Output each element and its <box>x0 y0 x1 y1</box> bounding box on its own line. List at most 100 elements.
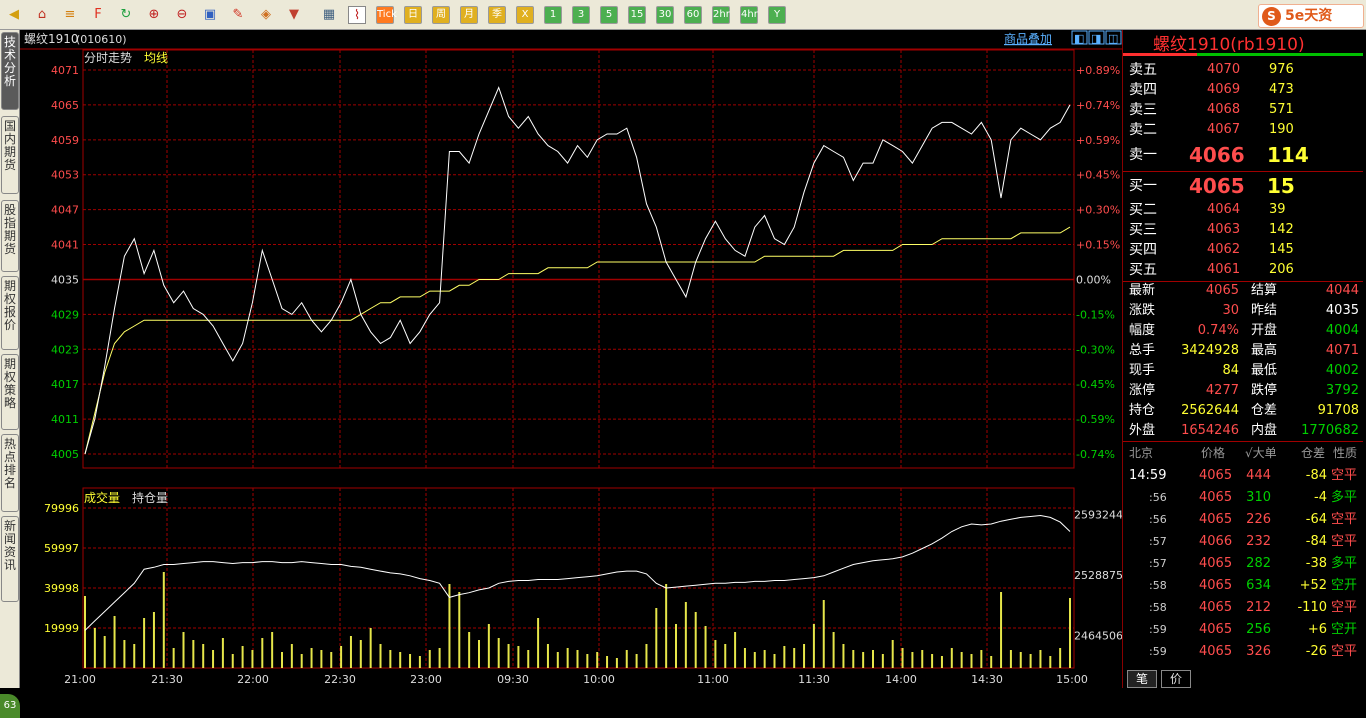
paint-icon[interactable]: ◈ <box>257 6 275 24</box>
tick-oi-change: -84 <box>1305 468 1327 483</box>
brand-mark-icon: S <box>1262 7 1281 26</box>
pct-tick-label: -0.74% <box>1076 448 1115 461</box>
tick-price: 4066 <box>1199 534 1233 549</box>
tick-volume: 256 <box>1246 622 1271 637</box>
tick-nature: 空平 <box>1331 534 1358 549</box>
avg-line-label: 均线 <box>144 51 168 65</box>
stat-label: 幅度 <box>1129 323 1156 338</box>
side-tab-5[interactable]: 热点排名 <box>1 434 19 512</box>
bid-price: 4065 <box>1189 174 1245 198</box>
side-tab-1[interactable]: 国内期货 <box>1 116 19 194</box>
period-button-7[interactable]: 3 <box>572 6 590 24</box>
filter-icon[interactable]: ▼ <box>285 6 303 24</box>
tick-price: 4065 <box>1199 578 1233 593</box>
stat-value: 1654246 <box>1181 423 1239 438</box>
tick-row: :56 4065 310 -4 多平 <box>1123 487 1363 509</box>
tick-header-volume[interactable]: √大单 <box>1245 443 1277 463</box>
brand-text: 5e天资 <box>1285 8 1333 24</box>
pct-tick-label: -0.15% <box>1076 308 1115 321</box>
bottom-tab-0[interactable]: 笔 <box>1127 670 1157 688</box>
ask-row[interactable]: 卖二 4067 190 <box>1123 120 1363 140</box>
quote-symbol: 螺纹1910(rb1910) <box>1153 35 1305 55</box>
oi-tick-label: 2593244 <box>1074 508 1122 521</box>
brand-logo[interactable]: S 5e天资 <box>1258 4 1364 28</box>
bid-row[interactable]: 买三 4063 142 <box>1123 220 1363 240</box>
refresh-icon[interactable]: ↻ <box>117 6 135 24</box>
period-button-3[interactable]: 月 <box>460 6 478 24</box>
pct-tick-label: +0.59% <box>1076 134 1120 147</box>
period-button-10[interactable]: 30 <box>656 6 674 24</box>
tick-price: 4065 <box>1199 556 1233 571</box>
stat-label: 涨跌 <box>1129 303 1156 318</box>
tick-time: 14:59 <box>1129 468 1167 483</box>
side-tab-6[interactable]: 新闻资讯 <box>1 516 19 602</box>
overlay-link[interactable]: 商品叠加 <box>1004 31 1052 46</box>
bid-row[interactable]: 买一 4065 15 <box>1123 171 1363 201</box>
side-tab-bar: 技术分析 国内期货 股指期货 期权报价 期权策略 热点排名 新闻资讯 63 <box>0 30 20 718</box>
ask-row[interactable]: 卖一 4066 114 <box>1123 140 1363 170</box>
ask-row[interactable]: 卖三 4068 571 <box>1123 100 1363 120</box>
tick-oi-change: -110 <box>1297 600 1327 615</box>
bottom-tab-1[interactable]: 价 <box>1161 670 1191 688</box>
bid-price: 4061 <box>1207 262 1241 277</box>
windows-icon[interactable]: ▣ <box>201 6 219 24</box>
ask-price: 4070 <box>1207 62 1241 77</box>
period-button-9[interactable]: 15 <box>628 6 646 24</box>
bid-row[interactable]: 买四 4062 145 <box>1123 240 1363 260</box>
tick-volume: 326 <box>1246 644 1271 659</box>
bid-label: 买四 <box>1129 242 1157 258</box>
period-button-6[interactable]: 1 <box>544 6 562 24</box>
stat-value: 0.74% <box>1197 323 1239 338</box>
ask-volume: 571 <box>1269 102 1294 117</box>
ask-volume: 190 <box>1269 122 1294 137</box>
table-icon[interactable]: ▦ <box>320 6 338 24</box>
period-button-13[interactable]: 4hr <box>740 6 758 24</box>
ask-row[interactable]: 卖五 4070 976 <box>1123 60 1363 80</box>
home-icon[interactable]: ⌂ <box>33 6 51 24</box>
stat-value: 4035 <box>1325 303 1359 318</box>
intraday-chart[interactable]: 螺纹1910(010610) 商品叠加 ◧ ◨ ◫ 4071 +0.89% 4065 +0.74… <box>20 30 1123 688</box>
tick-header: 北京 价格 √大单 仓差 性质 <box>1123 443 1363 463</box>
period-button-8[interactable]: 5 <box>600 6 618 24</box>
period-button-1[interactable]: 日 <box>404 6 422 24</box>
zoom-in-icon[interactable]: ⊕ <box>145 6 163 24</box>
bid-row[interactable]: 买五 4061 206 <box>1123 260 1363 280</box>
side-tab-3[interactable]: 期权报价 <box>1 276 19 350</box>
stat-row: 持仓 2562644 仓差 91708 <box>1123 401 1363 421</box>
tick-time: :59 <box>1149 623 1167 636</box>
bid-row[interactable]: 买二 4064 39 <box>1123 200 1363 220</box>
period-button-12[interactable]: 2hr <box>712 6 730 24</box>
side-tab-4[interactable]: 期权策略 <box>1 354 19 430</box>
chart-icon[interactable]: ⌇ <box>348 6 366 24</box>
side-tab-2[interactable]: 股指期货 <box>1 200 19 272</box>
stat-row: 涨停 4277 跌停 3792 <box>1123 381 1363 401</box>
bid-price: 4063 <box>1207 222 1241 237</box>
ask-label: 卖二 <box>1129 122 1157 138</box>
period-button-11[interactable]: 60 <box>684 6 702 24</box>
period-button-4[interactable]: 季 <box>488 6 506 24</box>
stat-row: 最新 4065 结算 4044 <box>1123 281 1363 301</box>
period-button-14[interactable]: Y <box>768 6 786 24</box>
price-tick-label: 4047 <box>51 204 79 217</box>
stat-row: 涨跌 30 昨结 4035 <box>1123 301 1363 321</box>
side-tab-0[interactable]: 技术分析 <box>1 32 19 110</box>
stat-label: 仓差 <box>1251 403 1278 418</box>
tick-time: :56 <box>1149 513 1167 526</box>
time-tick-label: 14:00 <box>885 673 917 686</box>
f10-icon[interactable]: F <box>89 6 107 24</box>
tick-nature: 空平 <box>1331 600 1358 615</box>
time-tick-label: 15:00 <box>1056 673 1088 686</box>
zoom-out-icon[interactable]: ⊖ <box>173 6 191 24</box>
stack-icon[interactable]: ≡ <box>61 6 79 24</box>
stat-label: 最低 <box>1251 363 1278 378</box>
tick-volume: 282 <box>1246 556 1271 571</box>
pen-icon[interactable]: ✎ <box>229 6 247 24</box>
back-icon[interactable]: ◀ <box>5 6 23 24</box>
price-tick-label: 4041 <box>51 239 79 252</box>
period-button-2[interactable]: 周 <box>432 6 450 24</box>
period-button-5[interactable]: X <box>516 6 534 24</box>
ask-row[interactable]: 卖四 4069 473 <box>1123 80 1363 100</box>
period-button-0[interactable]: Tick <box>376 6 397 24</box>
tick-row: :58 4065 212 -110 空平 <box>1123 597 1363 619</box>
stat-row: 现手 84 最低 4002 <box>1123 361 1363 381</box>
